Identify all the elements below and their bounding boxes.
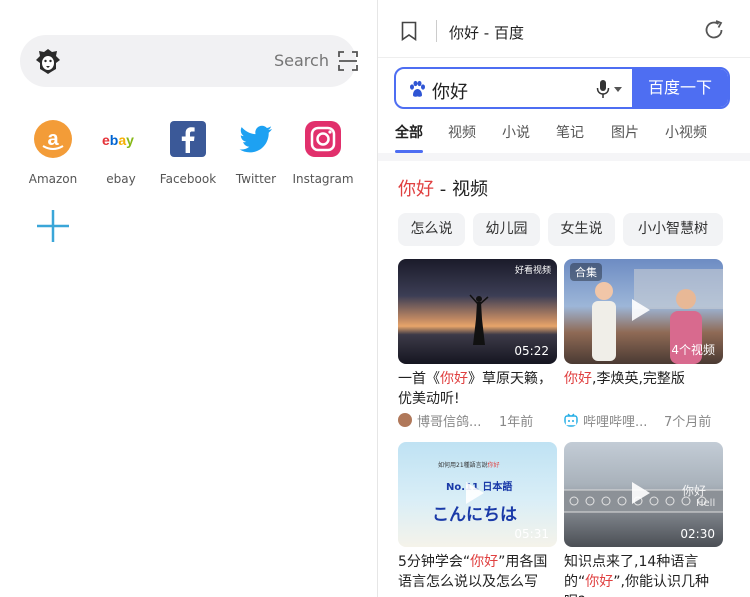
video-title-keyword: 你好: [470, 554, 499, 570]
results-body: 你好 百度一下 全部 视频 小说 笔记 图片 小视频 你好 - 视频 怎么说 幼…: [378, 58, 750, 597]
silhouette-figure: [469, 294, 489, 345]
card-title-suffix: - 视频: [434, 179, 488, 200]
tab-notes[interactable]: 笔记: [556, 122, 584, 142]
overlay-caption-keyword: 你好: [487, 462, 500, 469]
card-title-keyword: 你好: [398, 179, 434, 200]
shortcut-twitter[interactable]: Twitter: [221, 118, 291, 192]
chevron-down-icon[interactable]: [614, 87, 622, 92]
shortcut-ebay[interactable]: ebay ebay: [86, 118, 156, 192]
twitter-icon: [239, 125, 272, 153]
home-search-bar[interactable]: Search: [20, 35, 359, 87]
video-title[interactable]: 知识点来了,14种语言的“你好”,你能认识几种呢?: [564, 552, 726, 597]
reload-icon[interactable]: [703, 19, 725, 41]
instagram-icon: [305, 121, 341, 157]
lion-icon[interactable]: [34, 47, 62, 75]
svg-text:a: a: [47, 128, 59, 150]
video-thumbnail[interactable]: 好看视频 05:22: [398, 259, 557, 364]
shortcut-label: Amazon: [28, 172, 78, 186]
watermark: 好看视频: [514, 266, 551, 276]
overlay-caption: 如何用21種語言說你好: [438, 460, 500, 469]
overlay-caption-text: 如何用21種語言說: [438, 462, 488, 469]
video-title[interactable]: 一首《你好》草原天籁，优美动听!: [398, 369, 560, 409]
shortcut-label: Facebook: [159, 172, 217, 186]
video-count: 4个视频: [671, 343, 715, 357]
microphone-icon[interactable]: [596, 79, 610, 99]
divider: [436, 20, 437, 42]
video-duration: 05:31: [514, 527, 549, 541]
related-chip[interactable]: 女生说: [548, 213, 615, 246]
facebook-icon: [170, 121, 206, 157]
search-query[interactable]: 你好: [432, 78, 468, 104]
play-icon[interactable]: [632, 299, 650, 321]
section-separator: [378, 153, 750, 161]
tab-short-video[interactable]: 小视频: [665, 122, 707, 142]
play-icon[interactable]: [466, 482, 484, 504]
related-chip[interactable]: 小小智慧树: [623, 213, 723, 246]
baidu-search-box[interactable]: 你好 百度一下: [394, 67, 730, 109]
ebay-icon: ebay: [102, 132, 134, 148]
video-title-keyword: 你好: [585, 574, 614, 590]
scan-icon[interactable]: [337, 49, 359, 73]
baidu-search-button[interactable]: 百度一下: [632, 69, 728, 107]
video-title[interactable]: 5分钟学会“你好”用各国语言怎么说以及怎么写: [398, 552, 560, 592]
baidu-paw-icon: [410, 80, 425, 97]
video-time: 1年前: [499, 415, 534, 430]
page-title[interactable]: 你好 - 百度: [449, 22, 524, 43]
collection-badge: 合集: [570, 263, 602, 281]
overlay-text: Hell: [696, 498, 716, 509]
tab-images[interactable]: 图片: [611, 122, 639, 142]
video-thumbnail[interactable]: 合集 4个视频: [564, 259, 723, 364]
shortcut-label: Instagram: [292, 172, 354, 186]
browser-top-bar: 你好 - 百度: [378, 0, 750, 58]
video-thumbnail[interactable]: 如何用21種語言說你好 No.11 日本語 こんにちは 05:31: [398, 442, 557, 547]
search-placeholder[interactable]: Search: [274, 51, 329, 70]
play-icon[interactable]: [632, 482, 650, 504]
video-title-text: 一首《: [398, 371, 440, 387]
video-title[interactable]: 你好,李焕英,完整版: [564, 369, 726, 389]
video-duration: 02:30: [680, 527, 715, 541]
related-chip[interactable]: 幼儿园: [473, 213, 540, 246]
video-title-keyword: 你好: [564, 371, 592, 387]
video-source: 博哥信鸽...: [417, 415, 482, 430]
bookmark-icon[interactable]: [401, 21, 417, 41]
card-title[interactable]: 你好 - 视频: [398, 175, 488, 201]
svg-text:ebay: ebay: [102, 132, 134, 148]
video-title-text: 5分钟学会“: [398, 554, 471, 570]
browser-home: Search a Amazon ebay ebay Facebook Twitt…: [0, 0, 376, 597]
result-tabs: 全部 视频 小说 笔记 图片 小视频: [378, 120, 750, 154]
amazon-icon: a: [34, 120, 72, 158]
related-chip[interactable]: 怎么说: [398, 213, 465, 246]
video-title-text: ,李焕英,完整版: [592, 371, 685, 387]
shortcut-label: Twitter: [235, 172, 277, 186]
screen: Search a Amazon ebay ebay Facebook Twitt…: [0, 0, 750, 597]
shortcut-facebook[interactable]: Facebook: [153, 118, 223, 192]
tab-novel[interactable]: 小说: [502, 122, 530, 142]
video-source: 哔哩哔哩...: [583, 415, 648, 430]
bilibili-icon: [564, 413, 578, 427]
video-result-card: 你好 - 视频 怎么说 幼儿园 女生说 小小智慧树 好看视频 05:22 一首《…: [378, 161, 750, 597]
tab-all[interactable]: 全部: [395, 122, 423, 142]
plus-icon[interactable]: [34, 207, 72, 245]
shortcut-instagram[interactable]: Instagram: [288, 118, 358, 192]
video-duration: 05:22: [514, 344, 549, 358]
baidu-results-page: 你好 - 百度 你好 百度一下 全部 视频 小说 笔记 图片 小视频 你好 - …: [377, 0, 750, 597]
shortcut-amazon[interactable]: a Amazon: [18, 118, 88, 192]
video-title-keyword: 你好: [440, 371, 468, 387]
shortcut-label: ebay: [106, 172, 136, 186]
tab-video[interactable]: 视频: [448, 122, 476, 142]
video-time: 7个月前: [664, 415, 712, 430]
source-avatar-icon: [398, 413, 412, 427]
overlay-text: 你好: [682, 484, 707, 498]
video-thumbnail[interactable]: 你好 Hell 02:30: [564, 442, 723, 547]
